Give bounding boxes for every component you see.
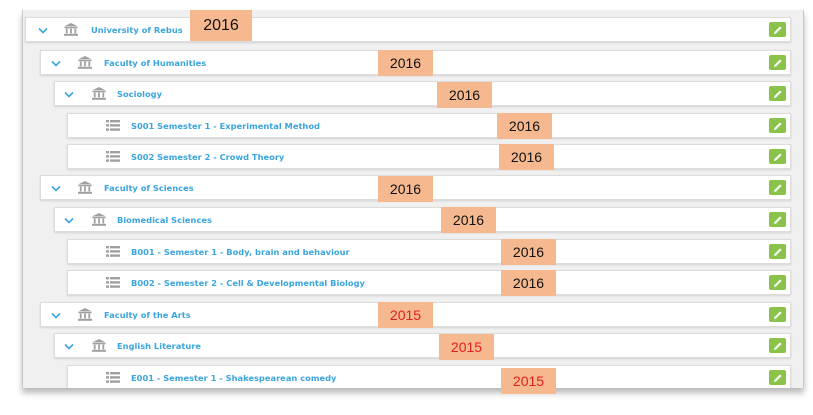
list-icon [106,119,120,132]
edit-button[interactable] [769,86,786,101]
edit-button[interactable] [769,275,786,290]
list-icon [106,245,120,258]
chevron-down-icon[interactable] [63,340,75,352]
list-icon [106,276,120,289]
edit-button[interactable] [769,149,786,164]
tree-row-university-of-rebus[interactable]: University of Rebus [25,17,791,42]
pencil-icon [773,311,781,319]
tree-row-s002[interactable]: S002 Semester 2 - Crowd Theory [67,144,791,169]
node-label[interactable]: Faculty of Humanities [104,56,206,70]
institution-icon [64,23,78,36]
year-highlight: 2016 [378,50,433,76]
year-highlight: 2016 [501,270,556,296]
node-label[interactable]: B002 - Semester 2 - Cell & Developmental… [131,276,365,290]
chevron-down-icon[interactable] [50,182,62,194]
tree-row-b002[interactable]: B002 - Semester 2 - Cell & Developmental… [67,270,791,295]
tree-row-english-literature[interactable]: English Literature [54,333,791,358]
node-label[interactable]: E001 - Semester 1 - Shakespearean comedy [131,371,336,385]
institution-icon [78,56,92,69]
node-label[interactable]: English Literature [117,339,201,353]
edit-button[interactable] [769,22,786,37]
pencil-icon [773,216,781,224]
edit-button[interactable] [769,212,786,227]
tree-row-e001[interactable]: E001 - Semester 1 - Shakespearean comedy [67,365,791,388]
pencil-icon [773,374,781,382]
node-label[interactable]: Faculty of the Arts [104,308,191,322]
chevron-down-icon[interactable] [63,214,75,226]
pencil-icon [773,59,781,67]
tree-row-b001[interactable]: B001 - Semester 1 - Body, brain and beha… [67,239,791,264]
edit-button[interactable] [769,118,786,133]
pencil-icon [773,90,781,98]
pencil-icon [773,279,781,287]
chevron-down-icon[interactable] [63,88,75,100]
node-label[interactable]: Sociology [117,87,162,101]
edit-button[interactable] [769,370,786,385]
year-highlight: 2016 [378,176,433,202]
institution-icon [92,339,106,352]
tree-row-s001[interactable]: S001 Semester 1 - Experimental Method [67,113,791,138]
pencil-icon [773,248,781,256]
year-highlight: 2015 [501,368,556,394]
year-highlight: 2015 [439,334,494,360]
tree-row-sociology[interactable]: Sociology [54,81,791,106]
pencil-icon [773,184,781,192]
node-label[interactable]: B001 - Semester 1 - Body, brain and beha… [131,245,350,259]
edit-button[interactable] [769,244,786,259]
list-icon [106,150,120,163]
year-highlight: 2016 [441,207,496,233]
year-highlight: 2016 [190,10,252,41]
node-label[interactable]: S002 Semester 2 - Crowd Theory [131,150,284,164]
node-label[interactable]: Faculty of Sciences [104,181,194,195]
year-highlight: 2016 [501,239,556,265]
chevron-down-icon[interactable] [50,57,62,69]
institution-icon [92,87,106,100]
list-icon [106,371,120,384]
pencil-icon [773,153,781,161]
year-highlight: 2016 [499,144,554,170]
tree-row-biomedical-sciences[interactable]: Biomedical Sciences [54,207,791,232]
pencil-icon [773,122,781,130]
year-highlight: 2015 [378,302,433,328]
year-highlight: 2016 [437,82,492,108]
institution-icon [92,213,106,226]
institution-icon [78,181,92,194]
edit-button[interactable] [769,338,786,353]
node-label[interactable]: Biomedical Sciences [117,213,212,227]
node-label[interactable]: University of Rebus [91,23,183,37]
edit-button[interactable] [769,307,786,322]
edit-button[interactable] [769,180,786,195]
pencil-icon [773,26,781,34]
chevron-down-icon[interactable] [50,309,62,321]
chevron-down-icon[interactable] [37,24,49,36]
edit-button[interactable] [769,55,786,70]
institution-icon [78,308,92,321]
pencil-icon [773,342,781,350]
node-label[interactable]: S001 Semester 1 - Experimental Method [131,119,320,133]
year-highlight: 2016 [497,113,552,139]
